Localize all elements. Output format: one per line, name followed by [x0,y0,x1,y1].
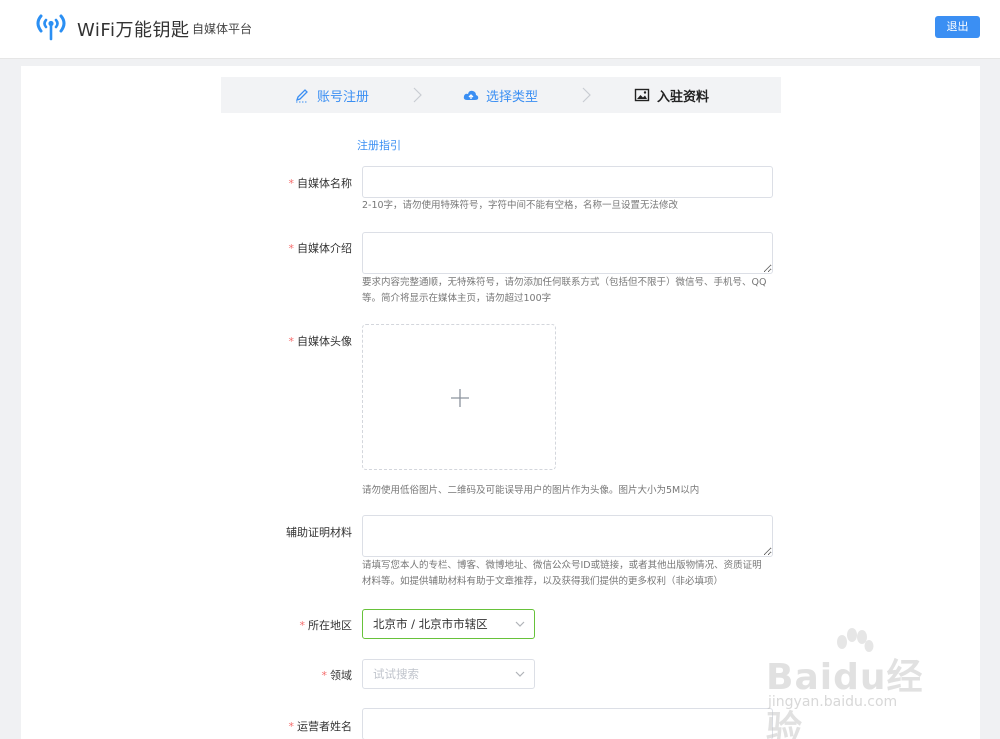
required-mark: * [288,177,295,190]
name-hint: 2-10字，请勿使用特殊符号，字符中间不能有空格，名称一旦设置无法修改 [362,200,679,211]
step-label: 账号注册 [317,89,370,105]
step-label: 选择类型 [486,89,539,105]
wifi-signal-icon [36,14,66,41]
field-label: * 领域 [321,669,353,682]
registration-guide-link[interactable]: 注册指引 [357,137,401,153]
field-select[interactable]: 试试搜索 [362,659,535,689]
operator-name-label: * 运营者姓名 [288,720,353,733]
supporting-material-textarea[interactable] [362,515,773,557]
intro-label: * 自媒体介绍 [288,242,353,255]
material-hint: 请填写您本人的专栏、博客、微博地址、微信公众号ID或链接，或者其他出版物情况、资… [362,560,762,587]
name-label: * 自媒体名称 [288,177,353,190]
step-account-register: 账号注册 [294,77,369,113]
step-bar: 账号注册 选择类型 入驻资料 [221,77,781,113]
logout-button[interactable]: 退出 [935,16,980,38]
region-select[interactable]: 北京市 / 北京市市辖区 [362,609,535,639]
top-bar: WiFi万能钥匙 自媒体平台 退出 [0,0,1000,59]
required-mark: * [288,242,295,255]
required-mark: * [288,720,295,733]
registration-card: 账号注册 选择类型 入驻资料 注册指引 * 自媒体名称 2-10字，请勿使用特殊… [21,66,980,739]
field-select-placeholder: 试试搜索 [373,667,419,681]
platform-subtitle: 自媒体平台 [192,22,253,36]
step-profile-info: 入驻资料 [634,77,709,113]
chevron-down-icon [515,621,525,627]
operator-name-input[interactable] [362,708,773,739]
cloud-upload-icon [463,90,479,100]
required-mark: * [321,669,328,682]
intro-hint: 要求内容完整通顺，无特殊符号，请勿添加任何联系方式（包括但不限于）微信号、手机号… [362,277,767,304]
step-choose-type: 选择类型 [463,77,538,113]
avatar-hint: 请勿使用低俗图片、二维码及可能误导用户的图片作为头像。图片大小为5M以内 [362,485,700,496]
picture-icon [634,88,650,102]
material-label: 辅助证明材料 [286,526,352,539]
media-name-input[interactable] [362,166,773,198]
logo-text: WiFi万能钥匙 [77,20,190,41]
region-label: * 所在地区 [299,619,353,632]
media-intro-textarea[interactable] [362,232,773,274]
required-mark: * [299,619,306,632]
avatar-uploader[interactable] [362,324,556,470]
pen-icon [295,89,308,103]
chevron-down-icon [515,671,525,677]
plus-icon [451,389,469,407]
avatar-label: * 自媒体头像 [288,335,353,348]
required-mark: * [288,335,295,348]
chevron-right-icon [413,87,422,103]
step-label: 入驻资料 [657,89,710,105]
region-select-value: 北京市 / 北京市市辖区 [373,617,488,631]
chevron-right-icon [582,87,591,103]
